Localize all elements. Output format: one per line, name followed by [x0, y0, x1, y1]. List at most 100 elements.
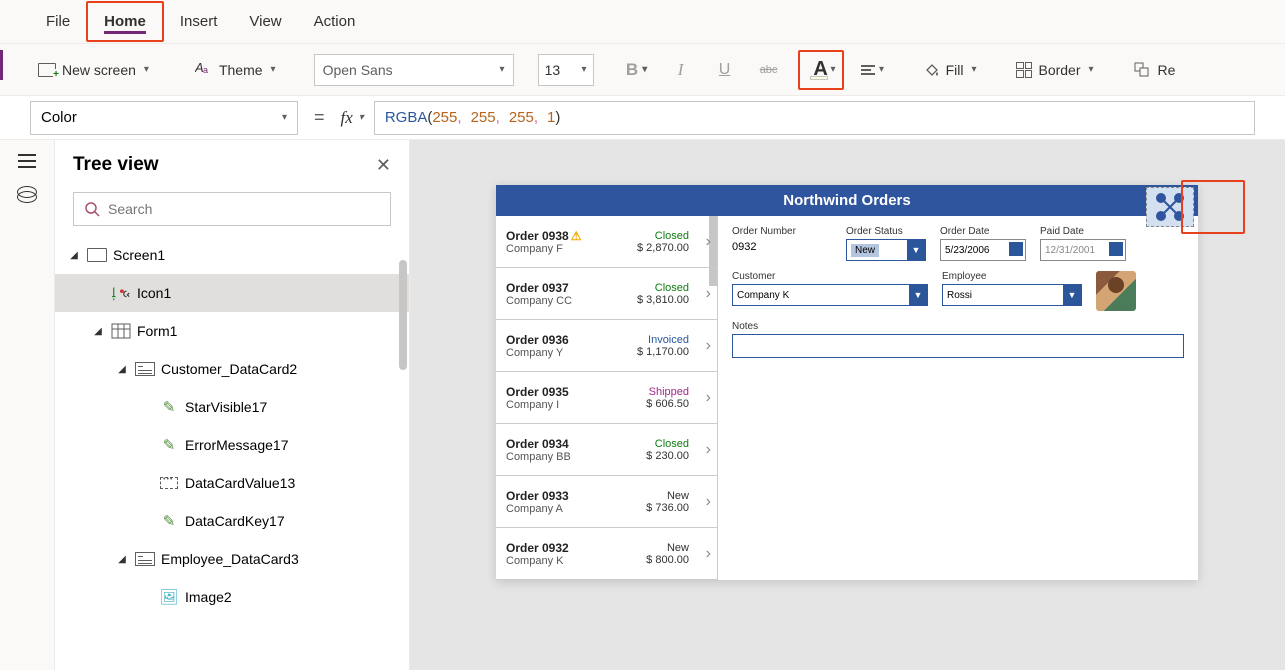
tree-node[interactable]: 🖼Image2: [55, 578, 409, 616]
gallery-row[interactable]: Order 0938⚠Company FClosed$ 2,870.00›: [496, 216, 717, 268]
fx-button[interactable]: fx ▾: [341, 108, 364, 128]
tree-node[interactable]: ◢Screen1: [55, 236, 409, 274]
employee-avatar: [1096, 271, 1136, 311]
notes-input[interactable]: [732, 334, 1184, 358]
tree-node[interactable]: ◢Customer_DataCard2: [55, 350, 409, 388]
reorder-icon: [1134, 62, 1152, 78]
amount-label: $ 230.00: [601, 450, 689, 462]
font-color-swatch: [810, 76, 828, 80]
order-title: Order 0935: [506, 385, 601, 399]
dots-icon: [159, 475, 179, 491]
reorder-button[interactable]: Re: [1126, 54, 1184, 86]
gallery-row[interactable]: Order 0934Company BBClosed$ 230.00›: [496, 424, 717, 476]
tree-node[interactable]: ✎ ErrorMessage17: [55, 426, 409, 464]
tree-node-label: Customer_DataCard2: [161, 361, 297, 377]
hamburger-button[interactable]: [18, 154, 36, 168]
order-status-combo[interactable]: New▼: [846, 239, 926, 261]
customer-label: Customer: [732, 271, 928, 282]
font-name-select[interactable]: Open Sans ▾: [314, 54, 514, 86]
employee-combo[interactable]: Rossi▼: [942, 284, 1082, 306]
card-icon: [135, 551, 155, 567]
bold-button[interactable]: B▾: [618, 54, 656, 86]
icon-control-icon: [111, 285, 131, 301]
menu-file[interactable]: File: [30, 3, 86, 40]
tree-node-label: DataCardValue13: [185, 475, 295, 491]
tree-node-label: DataCardKey17: [185, 513, 285, 529]
chevron-down-icon: ▾: [831, 64, 836, 75]
menu-view[interactable]: View: [233, 3, 297, 40]
italic-button[interactable]: I: [662, 54, 700, 86]
font-size-value: 13: [545, 62, 561, 78]
amount-label: $ 736.00: [601, 502, 689, 514]
strikethrough-button[interactable]: abc: [750, 54, 788, 86]
tree-node[interactable]: ✎StarVisible17: [55, 388, 409, 426]
main-area: Tree view ✕ ◢Screen1Icon1◢Form1◢Customer…: [0, 140, 1285, 670]
amount-label: $ 606.50: [601, 398, 689, 410]
gallery-row[interactable]: Order 0936Company YInvoiced$ 1,170.00›: [496, 320, 717, 372]
formula-input[interactable]: RGBA(255, 255, 255, 1): [374, 101, 1255, 135]
company-label: Company F: [506, 243, 601, 255]
amount-label: $ 2,870.00: [601, 242, 689, 254]
gallery-row[interactable]: Order 0932Company KNew$ 800.00›: [496, 528, 717, 580]
tree-node-label: Screen1: [113, 247, 165, 263]
status-label: New: [601, 542, 689, 554]
chevron-down-icon: ▾: [500, 64, 505, 75]
property-select[interactable]: Color ▾: [30, 101, 298, 135]
tree-search[interactable]: [73, 192, 391, 226]
new-screen-label: New screen: [62, 62, 136, 78]
underline-button[interactable]: U: [706, 54, 744, 86]
chevron-right-icon: ›: [706, 545, 711, 563]
calendar-icon: [1109, 242, 1123, 256]
reorder-label: Re: [1158, 62, 1176, 78]
gallery-row[interactable]: Order 0933Company ANew$ 736.00›: [496, 476, 717, 528]
status-label: Closed: [601, 438, 689, 450]
chevron-right-icon: ›: [706, 389, 711, 407]
chevron-down-icon: ▾: [1089, 64, 1094, 75]
company-label: Company Y: [506, 347, 601, 359]
menu-insert[interactable]: Insert: [164, 3, 234, 40]
gallery-row[interactable]: Order 0935Company IShipped$ 606.50›: [496, 372, 717, 424]
left-rail: [0, 140, 55, 670]
notes-label: Notes: [732, 321, 1184, 332]
status-label: Invoiced: [601, 334, 689, 346]
font-size-select[interactable]: 13 ▾: [538, 54, 594, 86]
theme-button[interactable]: Aa Theme ▾: [187, 54, 284, 86]
order-title: Order 0937: [506, 281, 601, 295]
tree-node[interactable]: ✎DataCardKey17: [55, 502, 409, 540]
canvas[interactable]: Northwind Orders Order 0938⚠Company FClo…: [410, 140, 1285, 670]
tree-title: Tree view: [73, 154, 159, 176]
pencil-icon: ✎: [159, 437, 179, 453]
tree-node[interactable]: ◢Employee_DataCard3: [55, 540, 409, 578]
order-title: Order 0934: [506, 437, 601, 451]
border-button[interactable]: Border ▾: [1008, 54, 1101, 86]
menu-bar: File Home Insert View Action: [0, 0, 1285, 44]
order-gallery[interactable]: Order 0938⚠Company FClosed$ 2,870.00›Ord…: [496, 216, 718, 580]
font-color-button[interactable]: A ▾: [798, 50, 844, 90]
chevron-right-icon: ›: [706, 441, 711, 459]
menu-home[interactable]: Home: [86, 1, 164, 42]
new-screen-button[interactable]: New screen ▾: [30, 54, 157, 86]
gallery-row[interactable]: Order 0937Company CCClosed$ 3,810.00›: [496, 268, 717, 320]
status-label: Closed: [601, 230, 689, 242]
chevron-down-icon: ▾: [144, 64, 149, 75]
tree-node[interactable]: ◢Form1: [55, 312, 409, 350]
employee-label: Employee: [942, 271, 1082, 282]
theme-label: Theme: [219, 62, 263, 78]
tree-header: Tree view ✕: [55, 140, 409, 186]
tree-view-rail-button[interactable]: [17, 186, 37, 202]
fill-button[interactable]: Fill ▾: [916, 54, 985, 86]
tree-node[interactable]: Icon1: [55, 274, 409, 312]
close-icon[interactable]: ✕: [376, 155, 391, 176]
align-button[interactable]: ▾: [854, 54, 892, 86]
paid-date-input[interactable]: 12/31/2001: [1040, 239, 1126, 261]
status-label: Closed: [601, 282, 689, 294]
tree-node-label: ErrorMessage17: [185, 437, 289, 453]
menu-action[interactable]: Action: [298, 3, 372, 40]
order-date-input[interactable]: 5/23/2006: [940, 239, 1026, 261]
scrollbar[interactable]: [399, 260, 407, 370]
search-input[interactable]: [108, 201, 380, 217]
company-label: Company K: [506, 555, 601, 567]
image-icon: 🖼: [159, 589, 179, 605]
tree-node[interactable]: DataCardValue13: [55, 464, 409, 502]
customer-combo[interactable]: Company K▼: [732, 284, 928, 306]
